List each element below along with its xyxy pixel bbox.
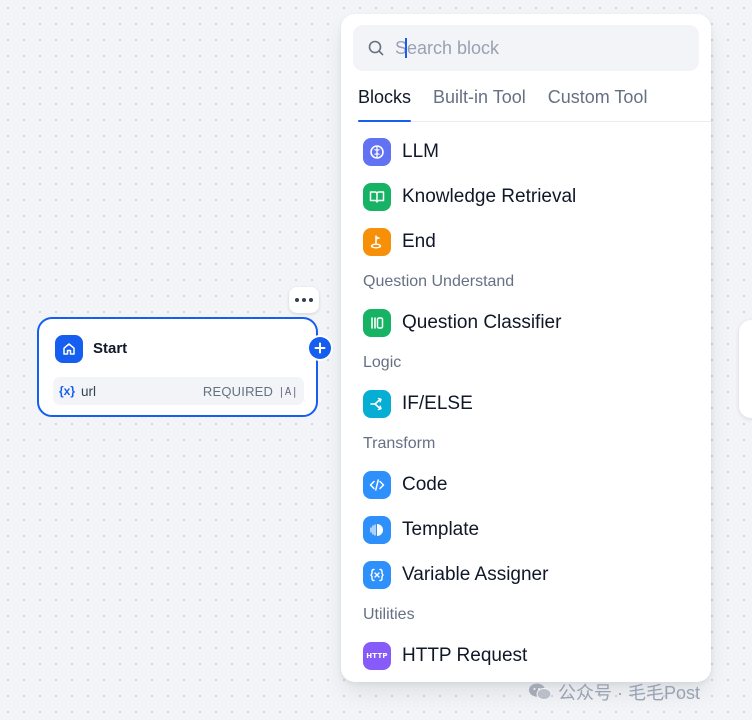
node-more-button[interactable] (289, 287, 319, 313)
required-label: REQUIRED (202, 383, 274, 399)
start-node[interactable]: Start {x} url REQUIRED |A| (37, 317, 318, 417)
block-label: Question Classifier (402, 311, 562, 333)
block-item-knowledge-retrieval[interactable]: Knowledge Retrieval (363, 174, 701, 219)
branch-icon (363, 389, 391, 418)
template-icon (363, 515, 391, 544)
node-title: Start (93, 340, 128, 357)
tab-built-in-tool[interactable]: Built-in Tool (433, 85, 526, 121)
block-label: HTTP Request (402, 644, 528, 666)
tab-bar: Blocks Built-in Tool Custom Tool (358, 85, 711, 122)
home-icon (55, 335, 83, 363)
block-label: Code (402, 473, 448, 495)
block-item-if-else[interactable]: IF/ELSE (363, 381, 701, 426)
book-icon (363, 182, 391, 211)
section-question-understand: Question Understand (363, 273, 515, 290)
block-item-question-classifier[interactable]: Question Classifier (363, 300, 701, 345)
block-item-template[interactable]: Template (363, 507, 701, 552)
block-item-end[interactable]: End (363, 219, 701, 264)
tab-custom-tool[interactable]: Custom Tool (548, 85, 648, 121)
section-logic: Logic (363, 354, 402, 371)
search-input[interactable] (393, 36, 677, 60)
http-icon-text: HTTP (366, 651, 388, 660)
block-label: Knowledge Retrieval (402, 185, 577, 207)
brain-icon (363, 137, 391, 166)
code-icon (363, 470, 391, 499)
classifier-icon (363, 308, 391, 337)
block-label: End (402, 230, 436, 252)
block-item-llm[interactable]: LLM (363, 129, 701, 174)
add-node-plus-icon[interactable] (309, 337, 331, 359)
dot-icon (295, 298, 299, 302)
text-type-icon: |A| (278, 384, 298, 398)
block-label: IF/ELSE (402, 392, 473, 414)
dot-icon (309, 298, 313, 302)
section-utilities: Utilities (363, 606, 415, 623)
search-box[interactable] (353, 25, 699, 71)
flag-icon (363, 227, 391, 256)
section-transform: Transform (363, 435, 436, 452)
watermark-text: 公众号 · 毛毛Post (558, 683, 701, 703)
block-item-http-request[interactable]: HTTP HTTP Request (363, 633, 701, 678)
watermark: 公众号 · 毛毛Post (528, 679, 700, 705)
variable-row[interactable]: {x} url REQUIRED |A| (53, 377, 304, 405)
dot-icon (302, 298, 306, 302)
block-label: Variable Assigner (402, 563, 549, 585)
block-item-variable-assigner[interactable]: Variable Assigner (363, 552, 701, 597)
text-cursor (405, 38, 407, 58)
wechat-icon (529, 683, 552, 700)
variable-name: url (81, 383, 97, 399)
variable-icon (363, 560, 391, 589)
block-list: LLM Knowledge Retrieval End Question Und… (363, 129, 701, 678)
block-selector-panel: Blocks Built-in Tool Custom Tool LLM Kno… (341, 14, 711, 682)
block-label: LLM (402, 140, 439, 162)
block-item-code[interactable]: Code (363, 462, 701, 507)
http-icon: HTTP (363, 641, 391, 670)
block-label: Template (402, 518, 480, 540)
adjacent-node-card (739, 320, 752, 418)
variable-icon: {x} (59, 384, 76, 398)
tab-blocks[interactable]: Blocks (358, 85, 412, 122)
search-icon (368, 40, 384, 56)
